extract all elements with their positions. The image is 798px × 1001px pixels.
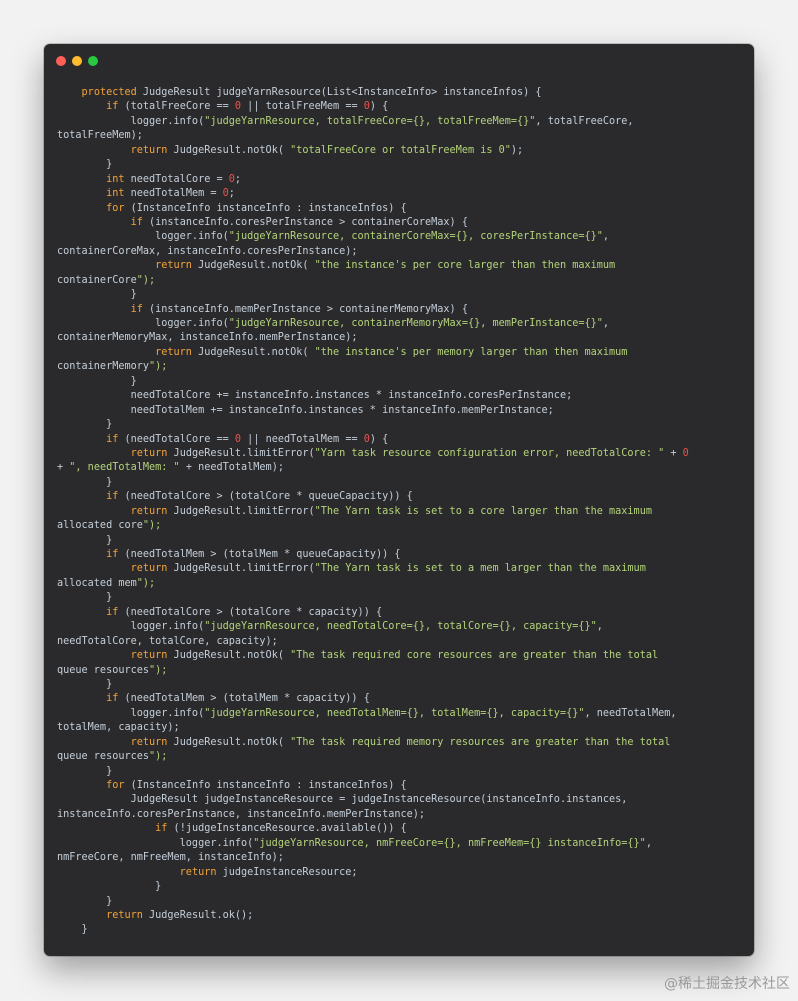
code-line: } bbox=[57, 924, 88, 936]
code-line: return JudgeResult.notOk( "the instance'… bbox=[155, 346, 628, 358]
code-line: } bbox=[57, 881, 162, 893]
zoom-button[interactable] bbox=[88, 56, 98, 66]
code-line: allocated core"); bbox=[57, 520, 162, 532]
code-line: instanceInfo.coresPerInstance, instanceI… bbox=[57, 808, 426, 820]
code-line: } bbox=[57, 419, 113, 431]
code-line: totalFreeMem); bbox=[57, 130, 143, 142]
code-line: } bbox=[57, 476, 113, 488]
code-line: logger.info("judgeYarnResource, needTota… bbox=[57, 621, 603, 633]
code-line: return JudgeResult.limitError("The Yarn … bbox=[130, 563, 646, 575]
code-line: containerCore"); bbox=[57, 274, 156, 286]
code-line: int needTotalMem = 0; bbox=[106, 188, 235, 200]
code-line: containerMemoryMax, instanceInfo.memPerI… bbox=[57, 332, 358, 344]
code-line: if (instanceInfo.coresPerInstance > cont… bbox=[130, 216, 468, 228]
code-line: protected JudgeResult judgeYarnResource(… bbox=[81, 87, 542, 98]
code-line: } bbox=[57, 289, 137, 301]
watermark: @稀土掘金技术社区 bbox=[664, 976, 790, 992]
code-line: if (needTotalMem > (totalMem * capacity)… bbox=[106, 693, 370, 705]
code-line: return JudgeResult.limitError("The Yarn … bbox=[130, 505, 652, 517]
code-line: totalMem, capacity); bbox=[57, 722, 180, 734]
code-line: if (needTotalCore > (totalCore * queueCa… bbox=[106, 491, 413, 503]
code-line: allocated mem"); bbox=[57, 577, 156, 589]
code-line: containerMemory"); bbox=[57, 361, 168, 373]
code-line: if (instanceInfo.memPerInstance > contai… bbox=[130, 303, 468, 315]
code-line: return JudgeResult.notOk( "totalFreeCore… bbox=[130, 144, 524, 156]
code-line: return JudgeResult.notOk( "The task requ… bbox=[130, 650, 659, 662]
code-line: JudgeResult judgeInstanceResource = judg… bbox=[57, 794, 628, 806]
code-line: return JudgeResult.limitError("Yarn task… bbox=[130, 447, 689, 459]
code-line: logger.info("judgeYarnResource, containe… bbox=[57, 231, 610, 243]
code-line: } bbox=[57, 895, 113, 907]
code-line: if (needTotalMem > (totalMem * queueCapa… bbox=[106, 549, 401, 560]
code-line: logger.info("judgeYarnResource, nmFreeCo… bbox=[57, 837, 652, 849]
code-line: queue resources"); bbox=[57, 664, 168, 676]
close-button[interactable] bbox=[56, 56, 66, 66]
code-window: protected JudgeResult judgeYarnResource(… bbox=[44, 44, 754, 956]
code-line: needTotalMem += instanceInfo.instances *… bbox=[57, 404, 554, 416]
code-line: } bbox=[57, 678, 113, 690]
code-line: logger.info("judgeYarnResource, needTota… bbox=[57, 707, 677, 719]
code-line: int needTotalCore = 0; bbox=[106, 173, 242, 185]
code-line: } bbox=[57, 592, 113, 604]
code-line: logger.info("judgeYarnResource, containe… bbox=[57, 318, 610, 329]
code-line: logger.info("judgeYarnResource, totalFre… bbox=[57, 115, 634, 127]
code-line: return JudgeResult.ok(); bbox=[106, 909, 254, 921]
code-line: } bbox=[57, 375, 137, 387]
code-line: nmFreeCore, nmFreeMem, instanceInfo); bbox=[57, 852, 284, 864]
code-line: containerCoreMax, instanceInfo.coresPerI… bbox=[57, 245, 358, 257]
code-block: protected JudgeResult judgeYarnResource(… bbox=[57, 86, 747, 938]
code-line: + ", needTotalMem: " + needTotalMem); bbox=[57, 462, 284, 474]
code-line: for (InstanceInfo instanceInfo : instanc… bbox=[106, 780, 407, 791]
code-line: } bbox=[57, 765, 113, 777]
code-line: return JudgeResult.notOk( "The task requ… bbox=[130, 736, 671, 748]
code-line: if (needTotalCore > (totalCore * capacit… bbox=[106, 606, 383, 618]
code-line: needTotalCore, totalCore, capacity); bbox=[57, 635, 278, 647]
code-line: queue resources"); bbox=[57, 751, 168, 763]
code-line: } bbox=[57, 159, 113, 171]
window-titlebar bbox=[44, 44, 754, 76]
code-line: } bbox=[57, 534, 113, 546]
code-line: if (totalFreeCore == 0 || totalFreeMem =… bbox=[106, 101, 389, 113]
code-line: if (!judgeInstanceResource.available()) … bbox=[155, 823, 407, 835]
code-line: return JudgeResult.notOk( "the instance'… bbox=[155, 260, 616, 272]
minimize-button[interactable] bbox=[72, 56, 82, 66]
code-line: needTotalCore += instanceInfo.instances … bbox=[57, 390, 573, 402]
code-line: for (InstanceInfo instanceInfo : instanc… bbox=[106, 202, 407, 214]
code-line: return judgeInstanceResource; bbox=[179, 866, 358, 878]
code-line: if (needTotalCore == 0 || needTotalMem =… bbox=[106, 433, 389, 445]
